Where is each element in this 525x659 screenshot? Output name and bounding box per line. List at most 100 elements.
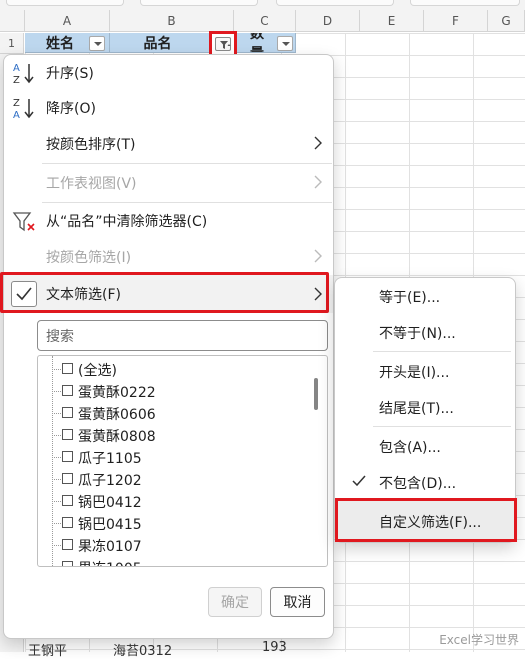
- submenu-item-begins-with[interactable]: 开头是(I)...: [335, 353, 515, 389]
- search-placeholder: 搜索: [46, 328, 74, 345]
- list-item[interactable]: 蛋黄酥0222: [38, 380, 308, 402]
- select-all-corner[interactable]: [0, 10, 25, 32]
- menu-label: 从“品名”中清除筛选器(C): [46, 214, 208, 230]
- search-input[interactable]: 搜索: [37, 320, 328, 351]
- chevron-right-icon: [314, 249, 322, 263]
- list-item[interactable]: 瓜子1202: [38, 468, 308, 490]
- column-header-d[interactable]: D: [296, 10, 360, 32]
- list-item[interactable]: (全选): [38, 358, 308, 380]
- tree-branch: [52, 391, 61, 392]
- menu-item-sort-asc[interactable]: A Z 升序(S): [4, 55, 333, 91]
- list-item[interactable]: 蛋黄酥0808: [38, 424, 308, 446]
- tree-branch: [52, 457, 61, 458]
- chevron-right-icon: [314, 175, 322, 189]
- menu-label: 按颜色筛选(I): [46, 250, 132, 266]
- filter-dropdown-qty[interactable]: [277, 36, 293, 51]
- sort-descending-icon: Z A: [12, 96, 38, 124]
- checkbox[interactable]: [62, 407, 73, 418]
- checkbox[interactable]: [62, 517, 73, 528]
- tree-branch: [52, 545, 61, 546]
- submenu-label: 结尾是(T)...: [379, 401, 454, 417]
- submenu-label: 自定义筛选(F)...: [379, 515, 482, 531]
- submenu-item-custom-filter[interactable]: 自定义筛选(F)...: [335, 498, 517, 542]
- submenu-label: 包含(A)...: [379, 440, 441, 456]
- toolbar-field[interactable]: [410, 0, 520, 6]
- menu-item-clear-filter[interactable]: 从“品名”中清除筛选器(C): [4, 203, 333, 239]
- column-header-e[interactable]: E: [360, 10, 424, 32]
- menu-item-sort-by-color[interactable]: 按颜色排序(T): [4, 126, 333, 162]
- list-item-label: 锅巴0412: [78, 495, 142, 511]
- list-item-label: 蛋黄酥0606: [78, 407, 156, 423]
- list-item-label: 蛋黄酥0222: [78, 385, 156, 401]
- menu-label: 升序(S): [46, 66, 94, 82]
- column-header-f[interactable]: F: [424, 10, 488, 32]
- list-scrollbar[interactable]: [314, 378, 318, 410]
- submenu-label: 等于(E)...: [379, 290, 441, 306]
- submenu-separator: [373, 426, 511, 427]
- submenu-item-not-equal[interactable]: 不等于(N)...: [335, 314, 515, 350]
- menu-label: 降序(O): [46, 101, 96, 117]
- svg-text:Z: Z: [13, 98, 20, 109]
- list-item-label: 果冻0107: [78, 539, 142, 555]
- submenu-item-contains[interactable]: 包含(A)...: [335, 428, 515, 464]
- clear-filter-icon: [12, 211, 38, 237]
- column-header-a[interactable]: A: [25, 10, 110, 32]
- list-item-label: 瓜子1105: [78, 451, 142, 467]
- tree-branch: [52, 501, 61, 502]
- checkmark-icon: [351, 474, 367, 492]
- checkbox[interactable]: [62, 429, 73, 440]
- tree-branch: [52, 369, 61, 370]
- tree-branch: [52, 413, 61, 414]
- filter-menu: A Z 升序(S) Z A 降序(O) 按颜色排序(T) 工作表视图(V) 从“…: [3, 54, 334, 639]
- tree-branch: [52, 479, 61, 480]
- checkbox[interactable]: [62, 495, 73, 506]
- toolbar-field[interactable]: [140, 0, 258, 6]
- submenu-item-ends-with[interactable]: 结尾是(T)...: [335, 389, 515, 425]
- menu-item-sheet-view[interactable]: 工作表视图(V): [4, 165, 333, 201]
- svg-text:A: A: [13, 110, 20, 120]
- submenu-item-does-not-contain[interactable]: 不包含(D)...: [335, 464, 515, 500]
- toolbar-field[interactable]: [276, 0, 394, 6]
- checkbox[interactable]: [62, 473, 73, 484]
- checkbox[interactable]: [62, 539, 73, 550]
- ok-button[interactable]: 确定: [208, 587, 262, 617]
- list-item-label: 瓜子1202: [78, 473, 142, 489]
- checkbox[interactable]: [62, 363, 73, 374]
- filter-funnel-icon: [215, 37, 231, 51]
- text-filter-highlight: [0, 272, 329, 313]
- column-header-c[interactable]: C: [234, 10, 296, 32]
- submenu-label: 不等于(N)...: [379, 326, 456, 342]
- toolbar-field[interactable]: [6, 0, 124, 6]
- list-item[interactable]: 瓜子1105: [38, 446, 308, 468]
- checkbox[interactable]: [62, 451, 73, 462]
- list-item[interactable]: 蛋黄酥0606: [38, 402, 308, 424]
- list-item[interactable]: 锅巴0412: [38, 490, 308, 512]
- column-header-g[interactable]: G: [488, 10, 525, 32]
- checkbox[interactable]: [62, 385, 73, 396]
- cell-qty[interactable]: 193: [262, 640, 287, 655]
- cancel-button[interactable]: 取消: [270, 587, 325, 617]
- chevron-right-icon: [314, 136, 322, 150]
- tree-branch: [52, 435, 61, 436]
- cell-name[interactable]: 王钢平: [28, 640, 67, 659]
- menu-label: 按颜色排序(T): [46, 137, 136, 153]
- list-item[interactable]: 果冻1005: [38, 556, 308, 566]
- column-header-b[interactable]: B: [110, 10, 234, 32]
- list-item-label: (全选): [78, 363, 117, 379]
- value-list[interactable]: (全选) 蛋黄酥0222 蛋黄酥0606 蛋黄酥0808 瓜子1105 瓜子12…: [37, 355, 328, 567]
- list-item[interactable]: 锅巴0415: [38, 512, 308, 534]
- svg-text:Z: Z: [13, 75, 20, 85]
- menu-separator: [42, 163, 332, 164]
- cell-product[interactable]: 海苔0312: [113, 640, 172, 659]
- submenu-separator: [373, 351, 511, 352]
- list-item[interactable]: 果冻0107: [38, 534, 308, 556]
- row-header-1[interactable]: 1: [0, 33, 24, 54]
- menu-item-filter-by-color[interactable]: 按颜色筛选(I): [4, 239, 333, 275]
- checkbox[interactable]: [62, 561, 73, 566]
- submenu-item-equals[interactable]: 等于(E)...: [335, 278, 515, 314]
- menu-item-sort-desc[interactable]: Z A 降序(O): [4, 90, 333, 126]
- watermark: Excel学习世界: [439, 633, 519, 647]
- list-item-label: 果冻1005: [78, 558, 142, 566]
- filter-dropdown-name[interactable]: [89, 36, 105, 51]
- sort-ascending-icon: A Z: [12, 61, 38, 89]
